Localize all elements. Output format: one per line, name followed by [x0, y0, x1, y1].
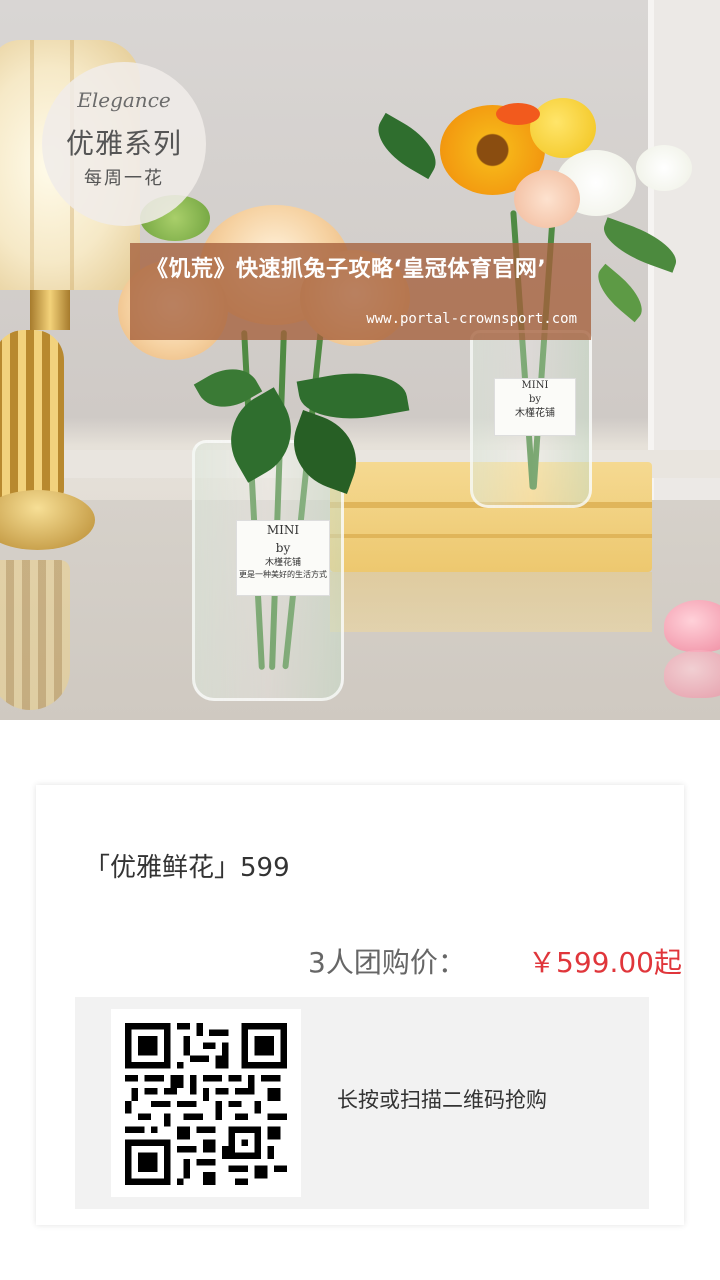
white-flower	[636, 145, 692, 191]
price-value: ￥599.00起	[528, 946, 682, 979]
pink-tulip-reflection	[664, 650, 720, 698]
red-flower	[496, 103, 540, 125]
main-vase-label: MINI by 木槿花铺 更是一种美好的生活方式	[236, 520, 330, 596]
product-name: 「优雅鲜花」599	[84, 853, 290, 883]
back-vase-label: MINI by 木槿花铺	[494, 378, 576, 436]
peach-rose	[514, 170, 580, 228]
leaf	[588, 263, 652, 323]
group-price-label: 3人团购价：	[308, 946, 466, 979]
brand-script: Elegance	[77, 88, 171, 112]
pink-tulip	[664, 600, 720, 652]
hero-image: MINI by 木槿花铺 MINI by 木槿花铺 更是一种美好的生活方式 El…	[0, 0, 720, 720]
book-reflection	[330, 572, 652, 632]
leaf	[367, 112, 447, 180]
yellow-flower	[530, 98, 596, 158]
product-card: 「优雅鲜花」599 3人团购价： ￥599.00起 长按或扫描二维码抢购	[36, 785, 684, 1225]
banner-url[interactable]: www.portal-crownsport.com	[366, 311, 577, 327]
overlay-banner[interactable]: 《饥荒》快速抓兔子攻略‘皇冠体育官网’ www.portal-crownspor…	[130, 243, 591, 340]
qr-code-icon[interactable]	[111, 1009, 301, 1197]
lamp-body	[0, 330, 64, 500]
qr-panel: 长按或扫描二维码抢购	[75, 997, 649, 1209]
lamp-neck	[30, 290, 70, 330]
brand-subtitle: 每周一花	[84, 168, 164, 189]
brand-badge: Elegance 优雅系列 每周一花	[42, 62, 206, 226]
brand-title: 优雅系列	[65, 127, 182, 160]
qr-caption: 长按或扫描二维码抢购	[337, 1088, 547, 1112]
lamp-reflection	[0, 560, 70, 710]
banner-title: 《饥荒》快速抓兔子攻略‘皇冠体育官网’	[146, 257, 547, 282]
